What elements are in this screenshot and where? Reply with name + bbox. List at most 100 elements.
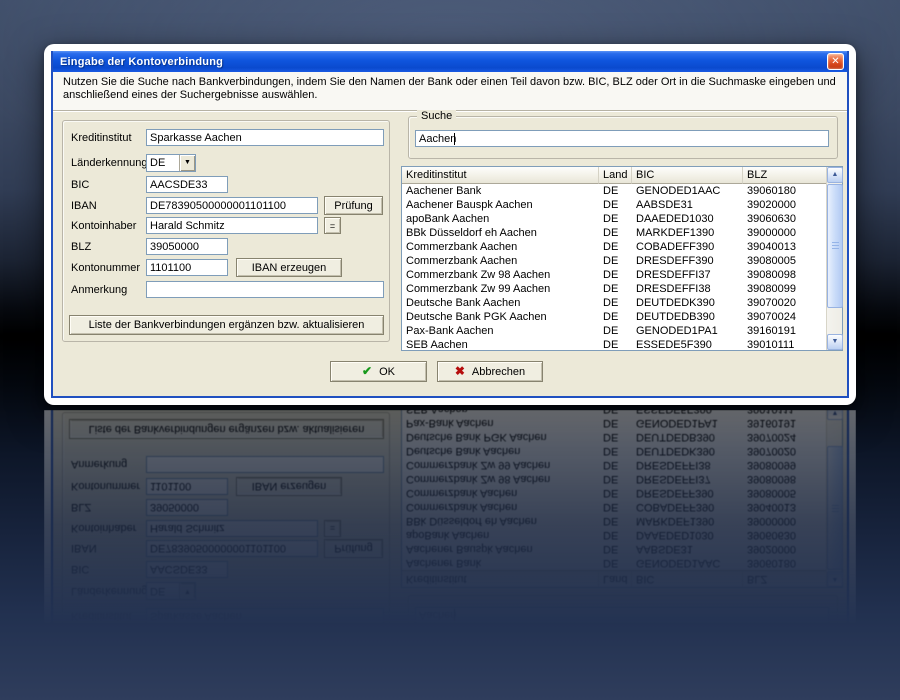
kreditinstitut-label: Kreditinstitut [71,132,132,144]
table-row[interactable]: Aachener Bank DE GENODED1AAC 39060180 [402,184,826,198]
text-caret [454,133,455,145]
table-cell: DE [603,241,619,253]
table-cell: DE [603,269,619,281]
table-cell: DE [603,325,619,337]
search-group: Suche [408,110,838,159]
cancel-button[interactable]: ✖ Abbrechen [437,361,543,382]
table-cell: Commerzbank Aachen [406,241,518,253]
table-cell: GENODED1PA1 [636,325,718,337]
table-cell: DE [603,199,619,211]
table-row[interactable]: Deutsche Bank Aachen DE DEUTDEDK390 3907002… [402,296,826,310]
table-cell: MARKDEF1390 [636,227,715,239]
search-input[interactable] [415,130,829,147]
table-cell: Pax-Bank Aachen [406,325,494,337]
close-button[interactable]: ✕ [827,53,844,70]
chevron-down-icon: ▼ [184,159,191,166]
table-cell: 39070020 [747,297,796,309]
kontonummer-input[interactable] [146,259,228,276]
table-cell: Deutsche Bank Aachen [406,297,521,309]
table-row[interactable]: Commerzbank Zw 98 Aachen DE DRESDEFFI37 390… [402,268,826,282]
laenderkennung-combobox[interactable]: DE ▼ [146,154,196,172]
table-row[interactable]: SEB Aachen DE ESSEDE5F390 39010111 [402,338,826,350]
vertical-scrollbar[interactable]: ▲ ▼ [826,167,843,350]
anmerkung-input[interactable] [146,281,384,298]
ok-button[interactable]: ✔ OK [330,361,427,382]
bank-account-dialog: Eingabe der Kontoverbindung ✕ Nutzen Sie… [44,44,856,405]
table-cell: DRESDEFFI37 [636,269,711,281]
scroll-up-button[interactable]: ▲ [827,167,843,183]
bank-account-dialog: Eingabe der Kontoverbindung ✕ Nutzen Sie… [44,410,856,700]
table-cell: DE [603,297,619,309]
iban-erzeugen-button[interactable]: IBAN erzeugen [236,258,342,277]
laenderkennung-label: Länderkennung [71,157,148,169]
table-cell: 39080005 [747,255,796,267]
table-cell: GENODED1AAC [636,185,721,197]
column-header-land[interactable]: Land [599,167,632,184]
results-list: Aachener Bank DE GENODED1AAC 39060180 Aachen… [402,184,826,350]
column-header-bic[interactable]: BIC [632,167,743,184]
update-bank-list-button[interactable]: Liste der Bankverbindungen ergänzen bzw.… [69,315,384,335]
table-cell: 39070024 [747,311,796,323]
bic-input[interactable] [146,176,228,193]
scroll-down-icon: ▼ [831,338,839,345]
table-cell: 39000000 [747,227,796,239]
table-cell: DE [603,283,619,295]
search-group-label: Suche [417,110,457,123]
table-cell: DE [603,213,619,225]
dialog-title: Eingabe der Kontoverbindung [60,55,224,68]
dialog-window: Eingabe der Kontoverbindung ✕ Nutzen Sie… [51,51,849,398]
table-cell: Aachener Bauspk Aachen [406,199,533,211]
table-cell: Commerzbank Zw 98 Aachen [406,269,551,281]
table-row[interactable]: Deutsche Bank PGK Aachen DE DEUTDEDB390 390… [402,310,826,324]
check-icon: ✔ [362,364,373,378]
pruefung-button[interactable]: Prüfung [324,196,383,215]
table-cell: Aachener Bank [406,185,482,197]
table-row[interactable]: Commerzbank Aachen DE DRESDEFF390 39080005 [402,254,826,268]
cancel-button-label: Abbrechen [471,366,526,378]
dialog-titlebar[interactable]: Eingabe der Kontoverbindung ✕ [53,51,847,72]
kontonummer-label: Kontonummer [71,262,141,274]
table-cell: DRESDEFFI38 [636,283,711,295]
scroll-up-icon: ▲ [831,171,839,178]
table-cell: DEUTDEDB390 [636,311,715,323]
table-cell: 39010111 [747,339,795,350]
instructions-text: Nutzen Sie die Suche nach Bankverbindung… [53,72,847,110]
table-row[interactable]: BBk Düsseldorf eh Aachen DE MARKDEF1390 390… [402,226,826,240]
copy-account-holder-button[interactable]: = [324,217,341,234]
column-header-blz[interactable]: BLZ [743,167,826,184]
anmerkung-label: Anmerkung [71,284,128,296]
table-cell: ESSEDE5F390 [636,339,712,350]
scroll-down-button[interactable]: ▼ [827,334,843,350]
table-header-row: Kreditinstitut Land BIC BLZ [402,167,826,184]
table-row[interactable]: Aachener Bauspk Aachen DE AABSDE31 39020000 [402,198,826,212]
kreditinstitut-input[interactable] [146,129,384,146]
scrollbar-thumb[interactable] [827,184,843,308]
combo-dropdown-button[interactable]: ▼ [179,155,195,171]
table-row[interactable]: Pax-Bank Aachen DE GENODED1PA1 39160191 [402,324,826,338]
table-cell: 39060630 [747,213,796,225]
dialog-reflection: Eingabe der Kontoverbindung ✕ Nutzen Sie… [44,410,856,700]
table-cell: DRESDEFF390 [636,255,714,267]
table-row[interactable]: Commerzbank Zw 99 Aachen DE DRESDEFFI38 390… [402,282,826,296]
scrollbar-grip-icon [832,242,839,250]
table-cell: apoBank Aachen [406,213,490,225]
table-row[interactable]: Commerzbank Aachen DE COBADEFF390 39040013 [402,240,826,254]
table-cell: AABSDE31 [636,199,693,211]
table-cell: 39080099 [747,283,796,295]
table-cell: SEB Aachen [406,339,468,350]
iban-input[interactable] [146,197,318,214]
column-header-kreditinstitut[interactable]: Kreditinstitut [402,167,599,184]
blz-input[interactable] [146,238,228,255]
dialog-client-area: Nutzen Sie die Suche nach Bankverbindung… [53,72,847,396]
table-cell: BBk Düsseldorf eh Aachen [406,227,537,239]
table-cell: DE [603,339,619,350]
table-row[interactable]: apoBank Aachen DE DAAEDED1030 39060630 [402,212,826,226]
table-cell: 39020000 [747,199,796,211]
table-cell: 39160191 [747,325,796,337]
table-cell: 39040013 [747,241,796,253]
table-columns: Kreditinstitut Land BIC BLZ Aachener Ban… [402,167,826,350]
bic-label: BIC [71,179,90,191]
laenderkennung-value: DE [150,157,166,169]
table-cell: Commerzbank Aachen [406,255,518,267]
kontoinhaber-input[interactable] [146,217,318,234]
